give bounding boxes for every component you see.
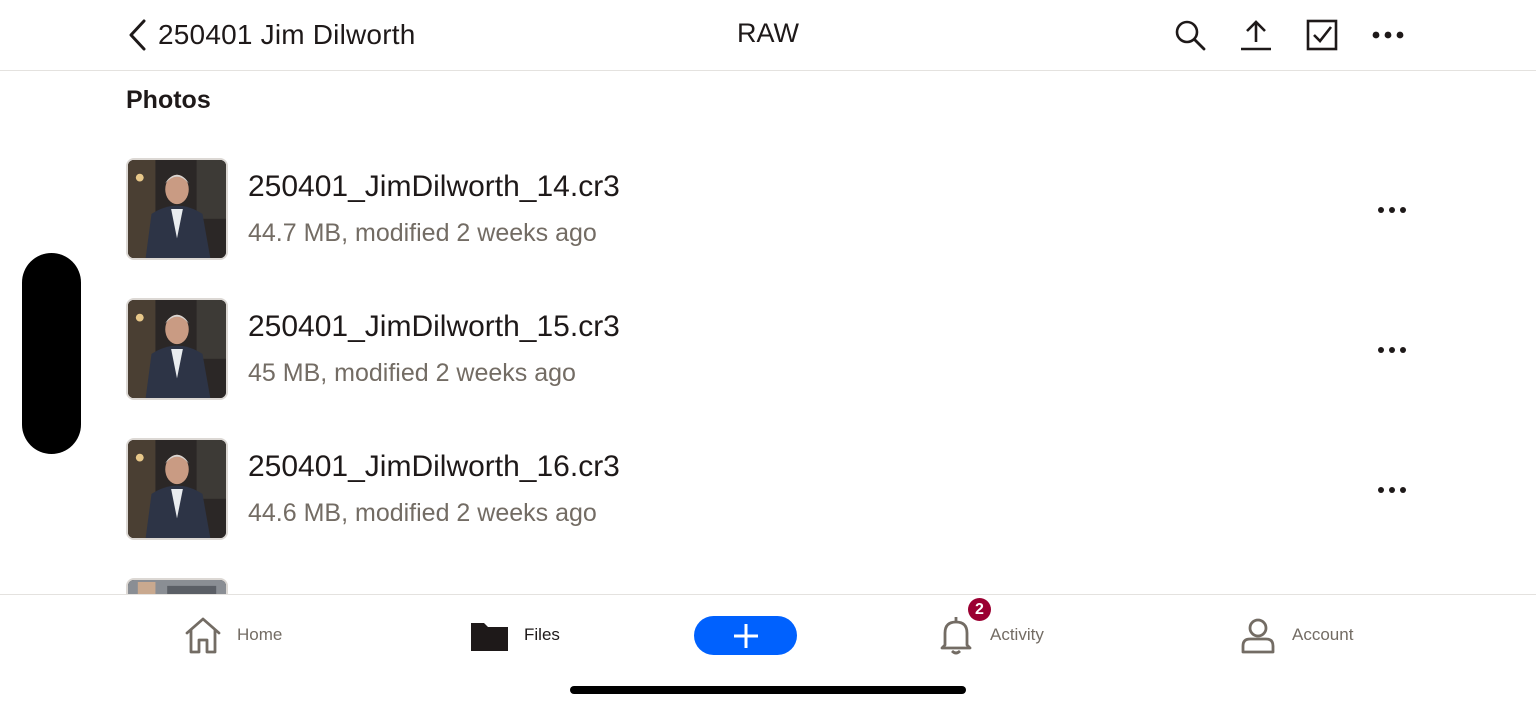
tab-account[interactable]: Account: [1238, 613, 1353, 657]
tab-activity[interactable]: Activity: [936, 613, 1044, 657]
tab-label: Activity: [990, 625, 1044, 644]
back-label: 250401 Jim Dilworth: [158, 19, 416, 50]
file-thumbnail: [126, 158, 228, 260]
portrait-thumbnail-image: [128, 580, 226, 594]
upload-icon: [1241, 20, 1271, 51]
tab-home[interactable]: Home: [183, 613, 282, 657]
side-drag-handle[interactable]: [22, 253, 81, 454]
file-row-partial[interactable]: [0, 560, 1536, 594]
file-meta: 44.7 MB, modified 2 weeks ago: [248, 219, 597, 247]
home-indicator: [570, 686, 966, 694]
file-name: 250401_JimDilworth_16.cr3: [248, 450, 620, 483]
tab-label: Files: [524, 625, 560, 644]
portrait-thumbnail-image: [128, 440, 226, 538]
file-thumbnail: [126, 578, 228, 594]
notification-badge: 2: [968, 598, 991, 621]
bell-icon: [940, 617, 972, 655]
search-button[interactable]: [1168, 14, 1212, 56]
select-button[interactable]: [1300, 14, 1344, 56]
more-icon: [1372, 31, 1404, 39]
file-list: 250401_JimDilworth_14.cr3 44.7 MB, modif…: [0, 140, 1536, 594]
file-more-button[interactable]: [1370, 330, 1414, 370]
select-checkbox-icon: [1306, 19, 1338, 51]
file-row[interactable]: 250401_JimDilworth_15.cr3 45 MB, modifie…: [0, 280, 1536, 420]
more-icon: [1378, 207, 1406, 213]
file-name: 250401_JimDilworth_15.cr3: [248, 310, 620, 343]
portrait-thumbnail-image: [128, 300, 226, 398]
file-row[interactable]: 250401_JimDilworth_16.cr3 44.6 MB, modif…: [0, 420, 1536, 560]
file-row[interactable]: 250401_JimDilworth_14.cr3 44.7 MB, modif…: [0, 140, 1536, 280]
top-navigation-bar: 250401 Jim Dilworth RAW: [0, 0, 1536, 71]
file-meta: 44.6 MB, modified 2 weeks ago: [248, 499, 597, 527]
folder-icon: [471, 623, 508, 651]
chevron-left-icon: [129, 19, 146, 51]
upload-button[interactable]: [1234, 14, 1278, 56]
home-icon: [185, 617, 221, 654]
tab-label: Account: [1292, 625, 1354, 644]
person-icon: [1241, 618, 1275, 654]
more-options-button[interactable]: [1366, 14, 1410, 56]
plus-icon: [733, 623, 758, 648]
more-icon: [1378, 487, 1406, 493]
section-title: Photos: [126, 86, 211, 114]
bottom-tab-bar: Home Files Activity 2 Account: [0, 594, 1536, 707]
more-icon: [1378, 347, 1406, 353]
search-icon: [1175, 20, 1206, 51]
file-meta: 45 MB, modified 2 weeks ago: [248, 359, 576, 387]
portrait-thumbnail-image: [128, 160, 226, 258]
file-thumbnail: [126, 438, 228, 540]
file-more-button[interactable]: [1370, 190, 1414, 230]
file-more-button[interactable]: [1370, 470, 1414, 510]
create-button[interactable]: [694, 616, 797, 655]
file-name: 250401_JimDilworth_14.cr3: [248, 170, 620, 203]
back-button[interactable]: 250401 Jim Dilworth: [124, 14, 415, 56]
toolbar: [1168, 14, 1410, 56]
file-thumbnail: [126, 298, 228, 400]
tab-files[interactable]: Files: [470, 613, 560, 657]
tab-label: Home: [237, 625, 283, 644]
